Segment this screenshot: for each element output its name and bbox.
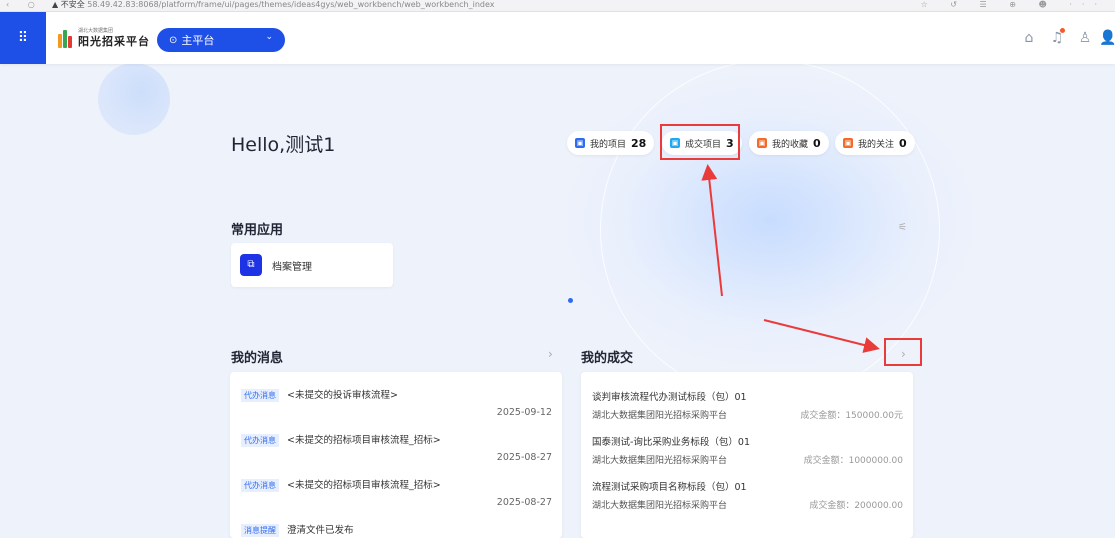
stat-label: 我的项目 bbox=[590, 139, 627, 150]
stat-my-projects[interactable]: ▣ 我的项目 28 bbox=[567, 131, 655, 155]
app-card-archive[interactable]: ⧉ 档案管理 bbox=[231, 243, 393, 287]
settings-sliders-icon[interactable]: ⚟ bbox=[898, 222, 907, 233]
top-header: ⠿ 湖北大数据集团 阳光招采平台 ⊙ 主平台 ⌄ ⌂ ♫ ♙ 👤 bbox=[0, 12, 1115, 64]
apps-grid-icon[interactable]: ⠿ bbox=[0, 12, 46, 64]
message-text: <未提交的投诉审核流程> bbox=[287, 390, 398, 401]
browser-tools-icons[interactable]: ☆ ↺ ☰ ⊕ ☻ ··· bbox=[921, 0, 1107, 10]
stat-value: 0 bbox=[813, 136, 821, 150]
deal-item[interactable]: 谈判审核流程代办测试标段（包）01 湖北大数据集团阳光招标采购平台 成交金额：1… bbox=[581, 372, 913, 421]
home-icon[interactable]: ⌂ bbox=[1015, 30, 1043, 46]
notification-bell-icon[interactable]: ♫ bbox=[1043, 28, 1071, 46]
message-tag: 代办消息 bbox=[241, 434, 279, 447]
logo-title: 阳光招采平台 bbox=[78, 35, 150, 48]
stat-label: 我的关注 bbox=[858, 139, 895, 150]
platform-select[interactable]: ⊙ 主平台 ⌄ bbox=[157, 28, 285, 52]
logo-mark-icon bbox=[58, 28, 74, 48]
archive-icon: ⧉ bbox=[240, 254, 262, 276]
skin-theme-icon[interactable]: ♙ bbox=[1071, 30, 1099, 46]
platform-logo[interactable]: 湖北大数据集团 阳光招采平台 bbox=[58, 26, 150, 50]
message-tag: 代办消息 bbox=[241, 479, 279, 492]
security-label: ▲ 不安全 bbox=[52, 0, 85, 9]
annotation-box-deal-stat bbox=[660, 124, 740, 160]
background-circle bbox=[98, 63, 170, 135]
url-text[interactable]: 58.49.42.83:8068/platform/frame/ui/pages… bbox=[87, 0, 494, 9]
deal-title: 国泰测试-询比采购业务标段（包）01 bbox=[592, 437, 751, 448]
deal-item[interactable]: 国泰测试-询比采购业务标段（包）01 湖北大数据集团阳光招标采购平台 成交金额：… bbox=[581, 417, 913, 466]
stat-value: 0 bbox=[899, 136, 907, 150]
app-card-label: 档案管理 bbox=[272, 261, 312, 273]
messages-more-icon[interactable]: › bbox=[548, 347, 553, 361]
message-item[interactable]: 消息提醒 澄清文件已发布 bbox=[230, 507, 562, 538]
browser-url[interactable]: ▲ 不安全 58.49.42.83:8068/platform/frame/ui… bbox=[52, 0, 495, 10]
message-item[interactable]: 代办消息 <未提交的招标项目审核流程_招标> 2025-08-27 bbox=[230, 417, 562, 463]
user-avatar-icon[interactable]: 👤 bbox=[1099, 30, 1115, 46]
header-actions: ⌂ ♫ ♙ 👤 bbox=[1015, 28, 1115, 48]
message-item[interactable]: 代办消息 <未提交的投诉审核流程> 2025-09-12 bbox=[230, 372, 562, 418]
platform-select-value: 主平台 bbox=[181, 34, 215, 47]
annotation-box-more bbox=[884, 338, 922, 366]
deals-panel: 谈判审核流程代办测试标段（包）01 湖北大数据集团阳光招标采购平台 成交金额：1… bbox=[581, 372, 913, 538]
logo-subtitle: 湖北大数据集团 bbox=[78, 28, 114, 34]
stat-value: 28 bbox=[631, 136, 647, 150]
carousel-dot[interactable] bbox=[568, 298, 573, 303]
message-text: <未提交的招标项目审核流程_招标> bbox=[287, 435, 441, 446]
notification-dot bbox=[1060, 28, 1065, 33]
deal-item[interactable]: 流程测试采购项目名称标段（包）01 湖北大数据集团阳光招标采购平台 成交金额：2… bbox=[581, 462, 913, 511]
stat-my-favorites[interactable]: ▣ 我的收藏 0 bbox=[749, 131, 829, 155]
stat-my-follows[interactable]: ▣ 我的关注 0 bbox=[835, 131, 915, 155]
deal-org: 湖北大数据集团阳光招标采购平台 bbox=[592, 501, 728, 511]
messages-title: 我的消息 bbox=[231, 351, 284, 366]
stat-label: 我的收藏 bbox=[772, 139, 809, 150]
deal-title: 谈判审核流程代办测试标段（包）01 bbox=[592, 392, 747, 403]
message-item[interactable]: 代办消息 <未提交的招标项目审核流程_招标> 2025-08-27 bbox=[230, 462, 562, 508]
chevron-down-icon: ⌄ bbox=[265, 32, 273, 42]
messages-panel: 代办消息 <未提交的投诉审核流程> 2025-09-12 代办消息 <未提交的招… bbox=[230, 372, 562, 538]
message-text: 澄清文件已发布 bbox=[287, 525, 354, 536]
message-tag: 消息提醒 bbox=[241, 524, 279, 537]
deal-title: 流程测试采购项目名称标段（包）01 bbox=[592, 482, 747, 493]
follow-icon: ▣ bbox=[843, 138, 853, 148]
message-tag: 代办消息 bbox=[241, 389, 279, 402]
deals-title: 我的成交 bbox=[581, 351, 634, 366]
browser-nav-icons[interactable]: ‹ ○ bbox=[6, 0, 43, 10]
browser-address-bar: ‹ ○ ▲ 不安全 58.49.42.83:8068/platform/fram… bbox=[0, 0, 1115, 12]
location-pin-icon: ⊙ bbox=[169, 34, 178, 46]
message-text: <未提交的招标项目审核流程_招标> bbox=[287, 480, 441, 491]
favorite-icon: ▣ bbox=[757, 138, 767, 148]
deal-amount: 成交金额：200000.00 bbox=[809, 501, 903, 511]
common-apps-title: 常用应用 bbox=[231, 223, 284, 238]
project-icon: ▣ bbox=[575, 138, 585, 148]
greeting-text: Hello,测试1 bbox=[231, 134, 336, 156]
